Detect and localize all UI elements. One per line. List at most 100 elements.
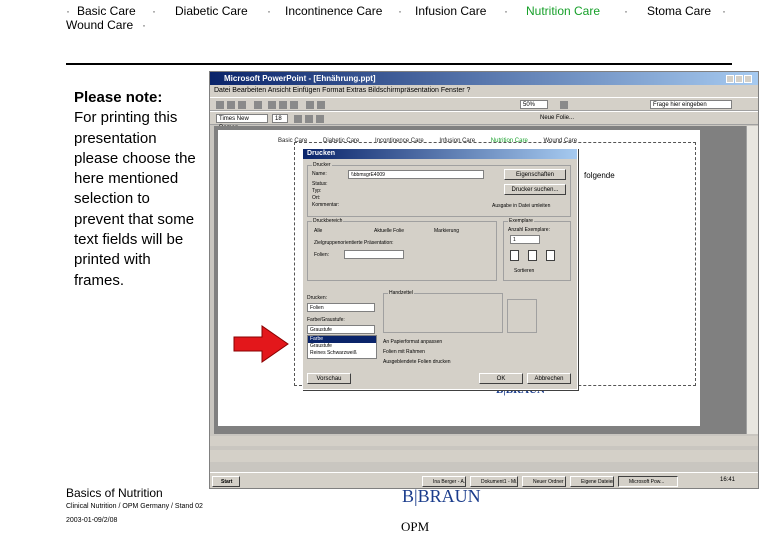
footer-org: OPM (401, 519, 430, 534)
open-icon[interactable] (227, 101, 235, 109)
window-controls (725, 74, 755, 83)
status-label: Status: (312, 181, 328, 187)
find-printer-button[interactable]: Drucker suchen... (504, 184, 566, 195)
close-icon[interactable] (744, 75, 752, 83)
print-icon[interactable] (254, 101, 262, 109)
note-heading: Please note: (74, 89, 163, 106)
printer-name-select[interactable]: \\bbmsgrE4009 (348, 170, 484, 179)
type-label: Typ: (312, 188, 322, 194)
color-option[interactable]: Graustufe (308, 343, 376, 350)
nav-separator: · (504, 4, 508, 18)
copy-icon[interactable] (279, 101, 287, 109)
color-select[interactable]: Graustufe (307, 325, 375, 334)
window-title: Microsoft PowerPoint - [Ehnährung.ppt] (224, 74, 376, 83)
nav-wound-care[interactable]: Wound Care (66, 18, 133, 32)
vertical-scrollbar[interactable] (746, 126, 758, 434)
color-dropdown-list[interactable]: Farbe Graustufe Reines Schwarzweiß (307, 335, 377, 359)
header-rule (66, 63, 732, 65)
print-what-select[interactable]: Folien (307, 303, 375, 312)
footer-subtitle: Clinical Nutrition / OPM Germany / Stand… (66, 503, 203, 510)
print-hidden-checkbox[interactable]: Ausgeblendete Folien drucken (383, 359, 451, 365)
nav-diabetic-care[interactable]: Diabetic Care (175, 4, 248, 18)
help-search-input[interactable]: Frage hier eingeben (650, 100, 732, 109)
nav-stoma-care[interactable]: Stoma Care (647, 4, 711, 18)
nav-incontinence-care[interactable]: Incontinence Care (285, 4, 382, 18)
print-range-label: Druckbereich (312, 218, 344, 224)
properties-button[interactable]: Eigenschaften (504, 169, 566, 180)
nav-infusion-care[interactable]: Infusion Care (415, 4, 486, 18)
nav-separator: · (398, 4, 402, 18)
bold-icon[interactable] (294, 115, 302, 123)
underline-icon[interactable] (316, 115, 324, 123)
red-arrow-icon (233, 325, 289, 363)
print-range-group: Druckbereich Alle Aktuelle Folie Markier… (307, 218, 497, 281)
collate-page-icon (528, 250, 537, 261)
slide-text-folgende: folgende (584, 171, 615, 180)
color-option[interactable]: Farbe (308, 336, 376, 343)
range-all-radio[interactable]: Alle (314, 228, 322, 234)
zoom-select[interactable]: 50% (520, 100, 548, 109)
minimize-icon[interactable] (726, 75, 734, 83)
collate-checkbox[interactable]: Sortieren (514, 268, 534, 274)
help-icon[interactable] (560, 101, 568, 109)
nav-separator: · (624, 4, 628, 18)
collate-page-icon (546, 250, 555, 261)
taskbar-clock: 16:41 (720, 477, 736, 483)
windows-taskbar: Start Ina Berger - A... Dokument1 - Mi..… (210, 472, 758, 488)
printer-group-label: Drucker (312, 162, 332, 168)
frame-slides-checkbox[interactable]: Folien mit Rahmen (383, 349, 425, 355)
handouts-group-label: Handzettel (388, 290, 414, 296)
collate-page-icon (510, 250, 519, 261)
handout-preview (507, 299, 537, 333)
print-to-file-checkbox[interactable]: Ausgabe in Datei umleiten (492, 203, 550, 209)
redo-icon[interactable] (317, 101, 325, 109)
range-current-radio[interactable]: Aktuelle Folie (374, 228, 404, 234)
nav-separator: · (142, 18, 146, 32)
undo-icon[interactable] (306, 101, 314, 109)
drawing-toolbar (210, 450, 758, 462)
status-bar (210, 436, 758, 446)
location-label: Ort: (312, 195, 321, 201)
dialog-title: Drucken (303, 149, 577, 159)
start-button[interactable]: Start (212, 476, 240, 487)
ok-button[interactable]: OK (479, 373, 523, 384)
nav-nutrition-care[interactable]: Nutrition Care (526, 4, 600, 18)
taskbar-item[interactable]: Eigene Dateien (570, 476, 614, 487)
color-option[interactable]: Reines Schwarzweiß (308, 350, 376, 357)
range-custom-radio[interactable]: Zielgruppenorientierte Präsentation: (314, 240, 394, 246)
footer-title: Basics of Nutrition (66, 486, 163, 500)
cancel-button[interactable]: Abbrechen (527, 373, 571, 384)
font-name-select[interactable]: Times New Roman (216, 114, 268, 131)
formatting-toolbar: Times New Roman 18 Neue Folie... (210, 111, 758, 131)
font-size-select[interactable]: 18 (272, 114, 288, 123)
nav-separator: · (267, 4, 271, 18)
printing-note: Please note: For printing this presentat… (74, 88, 199, 291)
menu-bar[interactable]: Datei Bearbeiten Ansicht Einfügen Format… (210, 85, 758, 97)
copies-group: Exemplare Anzahl Exemplare: 1 Sortieren (503, 218, 571, 281)
save-icon[interactable] (238, 101, 246, 109)
scale-to-fit-checkbox[interactable]: An Papierformat anpassen (383, 339, 442, 345)
footer-date: 2003-01-09/2/08 (66, 517, 118, 524)
italic-icon[interactable] (305, 115, 313, 123)
print-dialog: Drucken Drucker Name: \\bbmsgrE4009 Eige… (302, 148, 578, 390)
copies-label: Anzahl Exemplare: (508, 227, 550, 233)
range-selection-radio[interactable]: Markierung (434, 228, 459, 234)
maximize-icon[interactable] (735, 75, 743, 83)
copies-input[interactable]: 1 (510, 235, 540, 244)
range-slides-radio[interactable]: Folien: (314, 252, 329, 258)
nav-basic-care[interactable]: Basic Care (77, 4, 136, 18)
preview-button[interactable]: Vorschau (307, 373, 351, 384)
color-label: Farbe/Graustufe: (307, 317, 345, 323)
nav-separator: · (66, 4, 70, 18)
copies-group-label: Exemplare (508, 218, 534, 224)
new-icon[interactable] (216, 101, 224, 109)
taskbar-item[interactable]: Neuer Ordner (522, 476, 566, 487)
paste-icon[interactable] (290, 101, 298, 109)
window-titlebar: Microsoft PowerPoint - [Ehnährung.ppt] (210, 72, 758, 85)
print-what-label: Drucken: (307, 295, 328, 301)
taskbar-item-active[interactable]: Microsoft Pow... (618, 476, 678, 487)
slides-input[interactable] (344, 250, 404, 259)
nav-separator: · (722, 4, 726, 18)
new-slide-button[interactable]: Neue Folie... (540, 115, 574, 121)
cut-icon[interactable] (268, 101, 276, 109)
